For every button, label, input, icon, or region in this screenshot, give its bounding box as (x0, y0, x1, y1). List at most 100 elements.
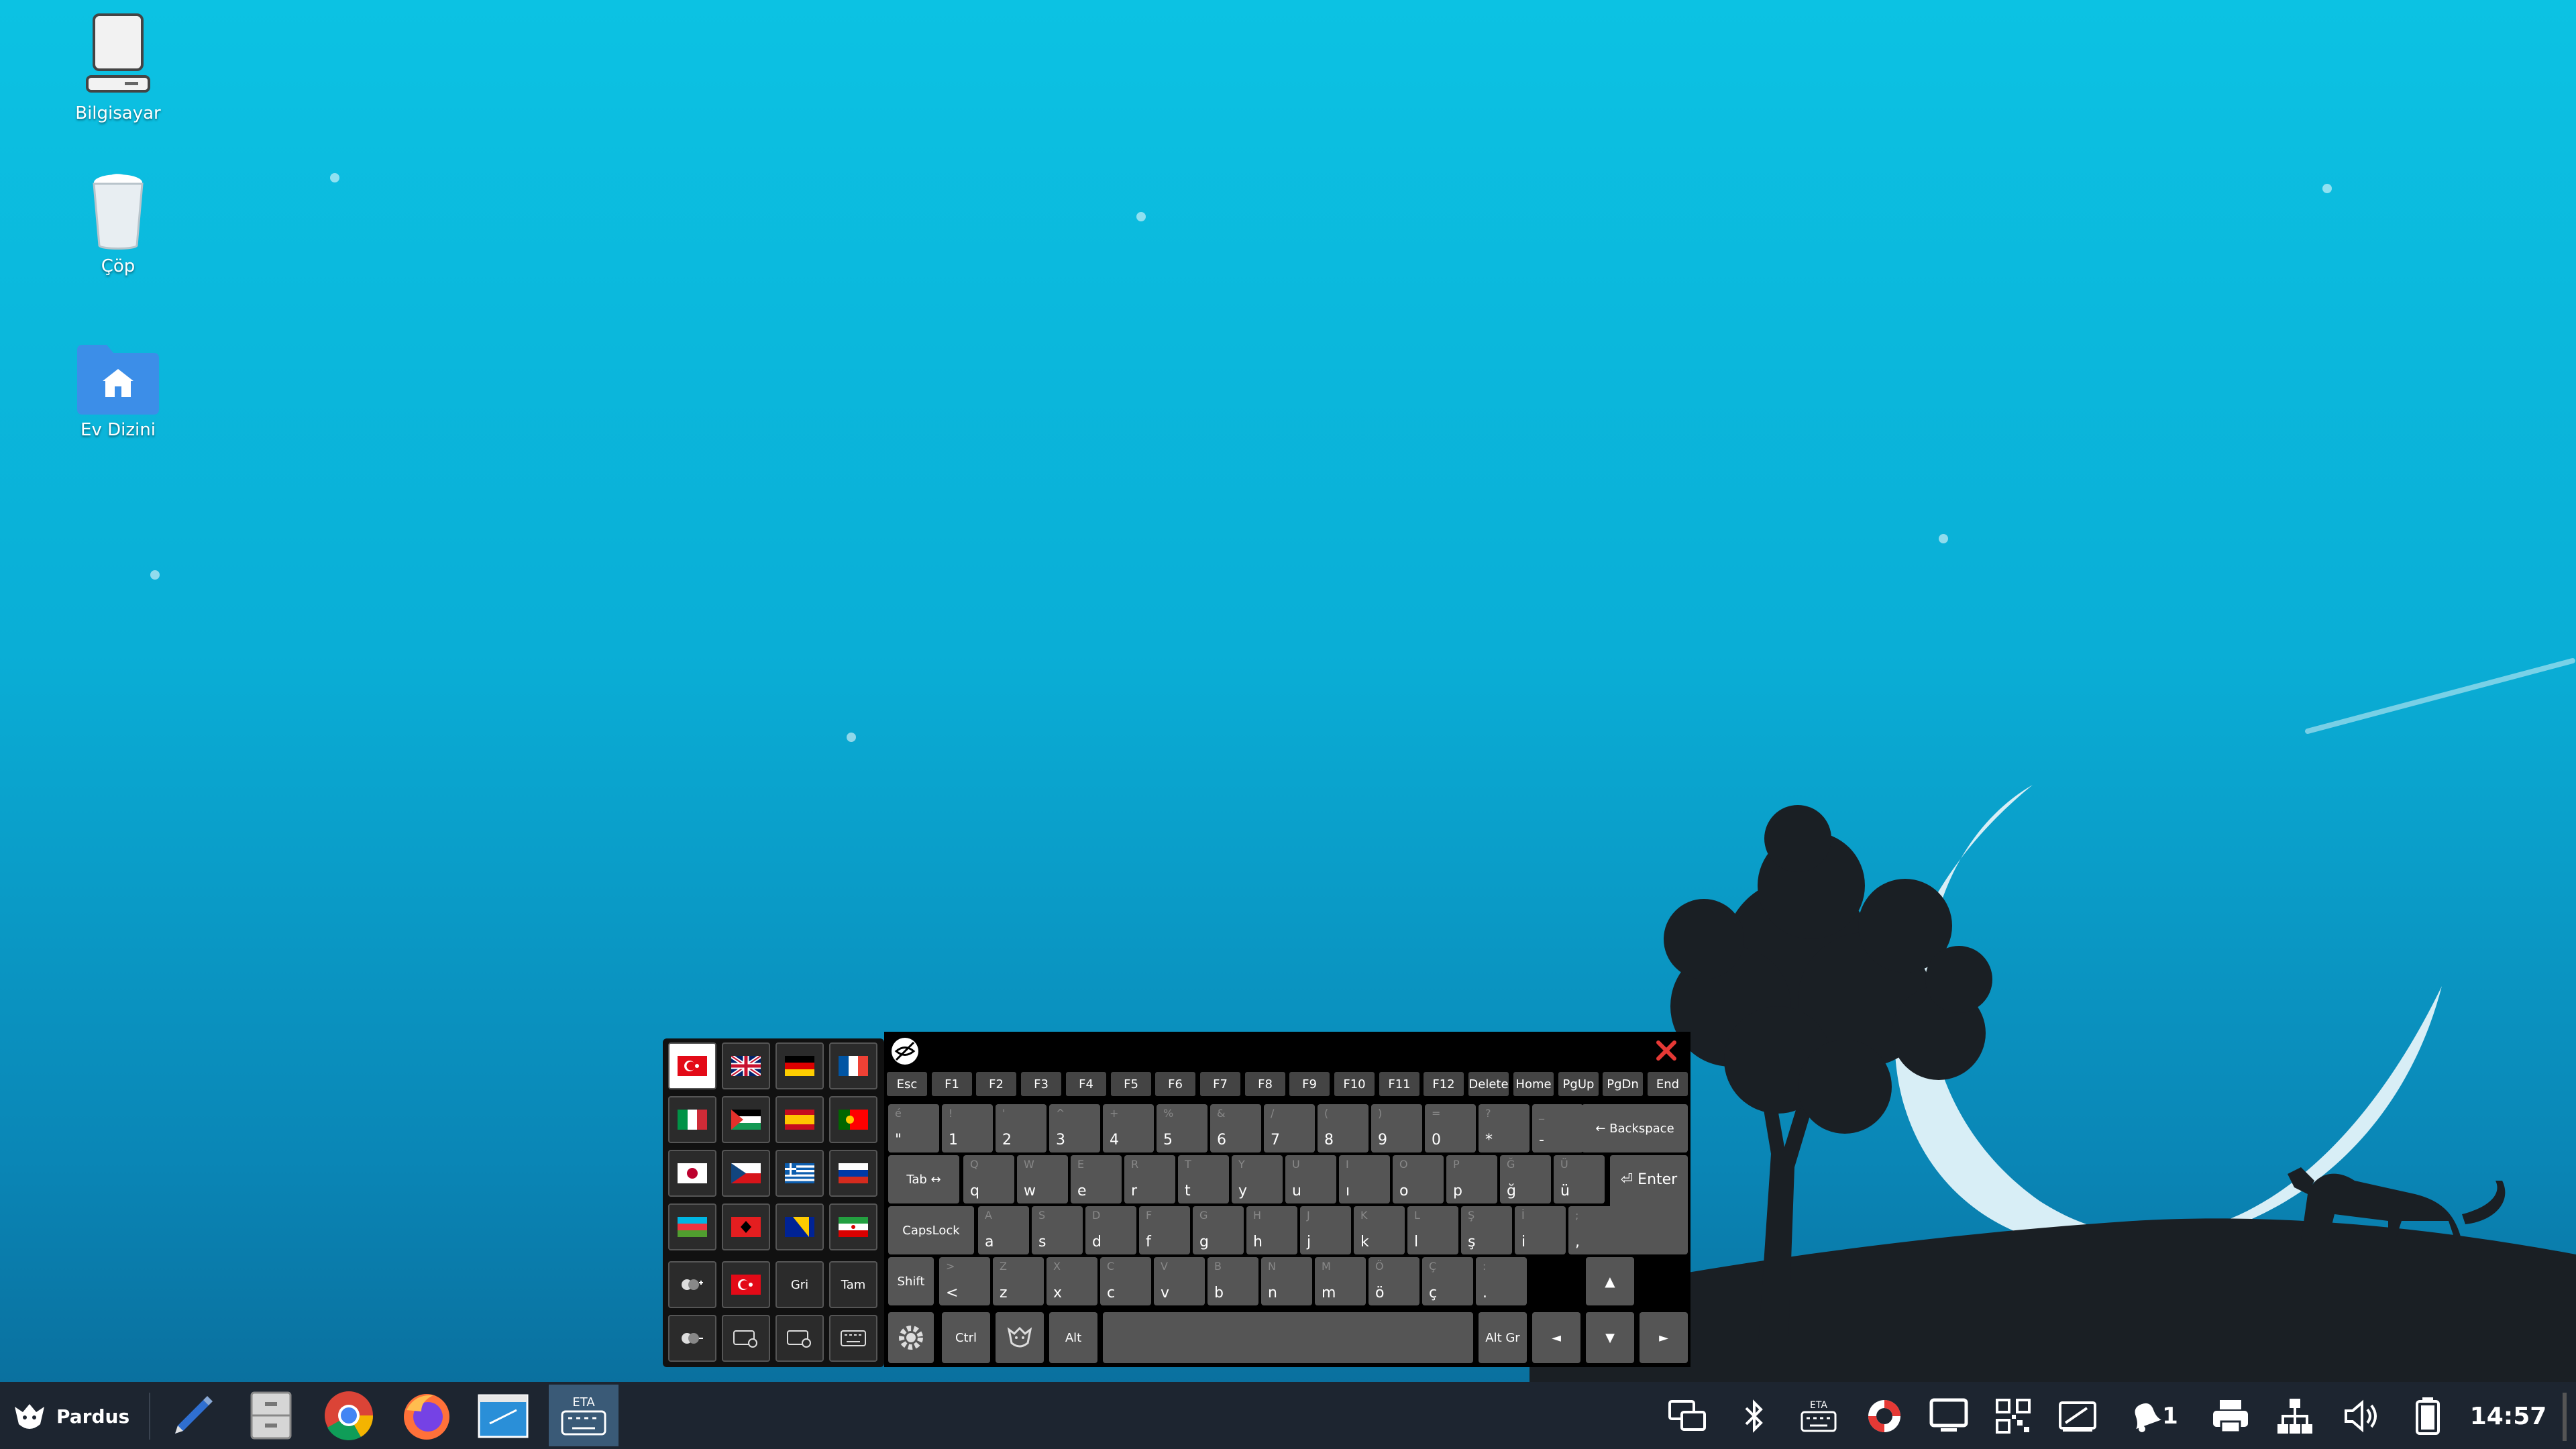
desktop-icon-home[interactable]: Ev Dizini (44, 342, 192, 440)
theme-toggle-light[interactable] (668, 1261, 716, 1308)
arrow-down-key[interactable]: ▼ (1586, 1312, 1634, 1363)
character-key[interactable]: Jj (1300, 1206, 1351, 1254)
character-key[interactable]: Öö (1368, 1257, 1419, 1305)
flag-russia[interactable] (829, 1150, 877, 1197)
character-key[interactable]: Ll (1407, 1206, 1458, 1254)
character-key[interactable]: (8 (1318, 1104, 1368, 1152)
backspace-key[interactable]: ← Backspace (1582, 1104, 1688, 1152)
flag-japan[interactable] (668, 1150, 716, 1197)
flag-albania[interactable] (722, 1203, 770, 1250)
character-key[interactable]: ! 1 (942, 1104, 993, 1152)
character-key[interactable]: /7 (1264, 1104, 1315, 1152)
flag-spain[interactable] (775, 1096, 824, 1143)
character-key[interactable]: Yy (1232, 1155, 1283, 1203)
capslock-key[interactable]: CapsLock (888, 1206, 974, 1254)
theme-toggle-dark[interactable] (668, 1315, 716, 1362)
arrow-right-key[interactable]: ► (1640, 1312, 1688, 1363)
desktop-icon-trash[interactable]: Çöp (44, 172, 192, 276)
gray-theme-button[interactable]: Gri (775, 1261, 824, 1308)
character-key[interactable]: Ğğ (1500, 1155, 1551, 1203)
function-key[interactable]: F11 (1379, 1072, 1419, 1096)
tray-printer[interactable] (2207, 1393, 2254, 1440)
ctrl-key[interactable]: Ctrl (942, 1312, 990, 1363)
character-key[interactable]: ? * (1479, 1104, 1529, 1152)
character-key[interactable]: = 0 (1425, 1104, 1476, 1152)
character-key[interactable]: :. (1476, 1257, 1527, 1305)
character-key[interactable]: Çç (1422, 1257, 1473, 1305)
character-key[interactable]: Zz (993, 1257, 1044, 1305)
tray-qr[interactable] (1990, 1393, 2037, 1440)
tray-notifications[interactable]: 1 (2118, 1393, 2186, 1440)
character-key[interactable]: Pp (1446, 1155, 1497, 1203)
desktop-icon-computer[interactable]: Bilgisayar (44, 12, 192, 123)
flag-turkey[interactable] (668, 1042, 716, 1089)
clock[interactable]: 14:57 (2465, 1393, 2552, 1440)
arrow-left-key[interactable]: ◄ (1532, 1312, 1580, 1363)
function-key[interactable]: F1 (932, 1072, 972, 1096)
tray-help[interactable] (1861, 1393, 1908, 1440)
space-key[interactable] (1103, 1312, 1473, 1363)
flag-bosnia[interactable] (775, 1203, 824, 1250)
hide-keyboard-icon[interactable] (890, 1036, 920, 1067)
function-key[interactable]: F12 (1424, 1072, 1464, 1096)
function-key[interactable]: Delete (1468, 1072, 1509, 1096)
keyboard-size-button[interactable] (829, 1315, 877, 1362)
character-key[interactable]: Kk (1354, 1206, 1405, 1254)
function-key[interactable]: F8 (1245, 1072, 1285, 1096)
close-icon[interactable] (1654, 1038, 1678, 1063)
show-desktop-button[interactable] (2563, 1393, 2567, 1441)
character-key[interactable]: Ss (1032, 1206, 1083, 1254)
taskbar-pen-app[interactable] (164, 1387, 220, 1444)
character-key[interactable]: Oo (1393, 1155, 1444, 1203)
character-key[interactable]: Vv (1154, 1257, 1205, 1305)
arrow-up-key[interactable]: ▲ (1586, 1257, 1634, 1305)
keyboard-zoom-out-button[interactable] (775, 1315, 824, 1362)
character-key[interactable]: Aa (978, 1206, 1029, 1254)
tray-battery[interactable] (2404, 1393, 2451, 1440)
tray-bluetooth[interactable] (1731, 1393, 1778, 1440)
flag-arabic[interactable] (722, 1096, 770, 1143)
flag-azerbaijan[interactable] (668, 1203, 716, 1250)
tray-screen[interactable] (1925, 1393, 1972, 1440)
function-key[interactable]: End (1648, 1072, 1688, 1096)
function-key[interactable]: F9 (1289, 1072, 1330, 1096)
function-key[interactable]: PgUp (1558, 1072, 1599, 1096)
flag-germany[interactable] (775, 1042, 824, 1089)
character-key[interactable]: Bb (1208, 1257, 1258, 1305)
character-key[interactable]: Şş (1461, 1206, 1512, 1254)
settings-key[interactable] (888, 1312, 934, 1363)
flag-iran[interactable] (829, 1203, 877, 1250)
function-key[interactable]: Esc (887, 1072, 927, 1096)
function-key[interactable]: F3 (1021, 1072, 1061, 1096)
current-layout-flag[interactable] (722, 1261, 770, 1308)
taskbar-eta-keyboard[interactable]: ETA (549, 1385, 619, 1446)
character-key[interactable]: Ee (1071, 1155, 1122, 1203)
tray-screen-lock[interactable] (2054, 1393, 2101, 1440)
character-key[interactable]: +4 (1103, 1104, 1154, 1152)
function-key[interactable]: Home (1513, 1072, 1554, 1096)
flag-italy[interactable] (668, 1096, 716, 1143)
shift-key[interactable]: Shift (888, 1257, 934, 1305)
character-key[interactable]: Mm (1315, 1257, 1366, 1305)
character-key[interactable]: é " (888, 1104, 939, 1152)
character-key[interactable]: Nn (1261, 1257, 1312, 1305)
flag-portugal[interactable] (829, 1096, 877, 1143)
character-key[interactable]: Hh (1246, 1206, 1297, 1254)
character-key[interactable]: & 6 (1210, 1104, 1261, 1152)
taskbar-chrome[interactable] (321, 1387, 377, 1444)
function-key[interactable]: F2 (976, 1072, 1016, 1096)
taskbar-screenshot-app[interactable] (475, 1387, 531, 1444)
character-key[interactable]: Uu (1285, 1155, 1336, 1203)
function-key[interactable]: PgDn (1603, 1072, 1643, 1096)
taskbar-firefox[interactable] (398, 1387, 455, 1444)
character-key[interactable]: Xx (1046, 1257, 1097, 1305)
character-key[interactable]: Gg (1193, 1206, 1244, 1254)
tray-display-switch[interactable] (1664, 1393, 1711, 1440)
character-key[interactable]: Ff (1139, 1206, 1190, 1254)
function-key[interactable]: F10 (1334, 1072, 1375, 1096)
function-key[interactable]: F7 (1200, 1072, 1240, 1096)
super-key[interactable] (996, 1312, 1044, 1363)
tray-eta-keyboard[interactable]: ETA (1795, 1393, 1842, 1440)
character-key[interactable]: _ - (1532, 1104, 1583, 1152)
tray-network[interactable] (2271, 1393, 2318, 1440)
